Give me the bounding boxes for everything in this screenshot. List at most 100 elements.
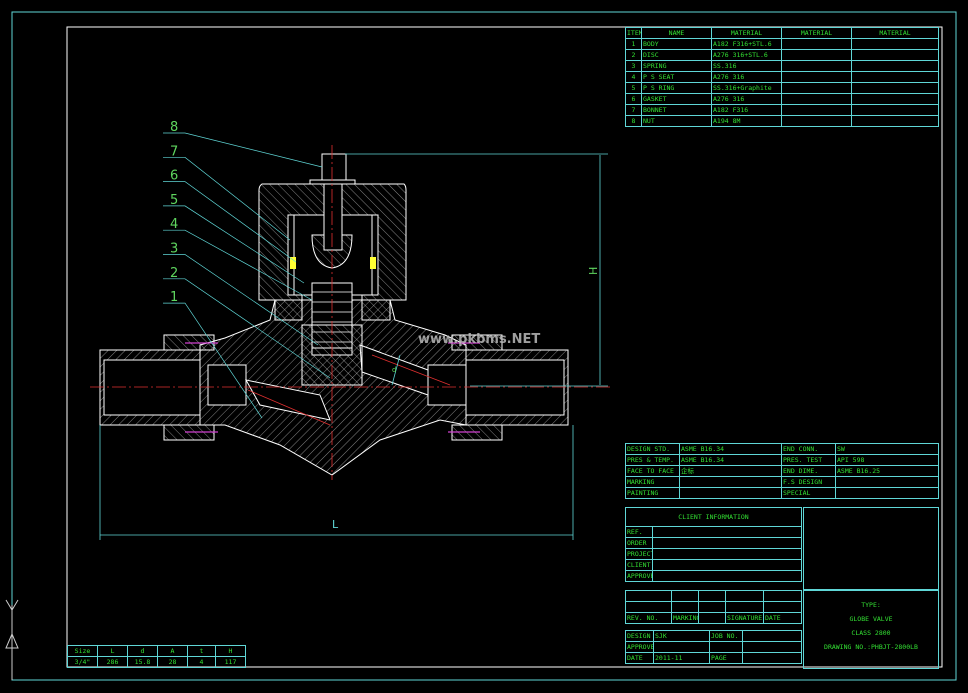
parts-cell: SS.316: [711, 60, 782, 72]
parts-cell: [781, 104, 852, 116]
parts-cell: 4: [625, 71, 642, 83]
revision-cell: [698, 612, 726, 624]
parts-row: 7 BONNET A182 F316: [625, 104, 939, 116]
parts-cell: GASKET: [641, 93, 712, 105]
stud: [323, 183, 343, 251]
parts-row: 3 SPRING SS.316: [625, 60, 939, 72]
client-cell: [651, 537, 803, 549]
parts-cell: [851, 38, 939, 50]
callout-leader: [163, 132, 323, 168]
design-cell: DESIGN: [625, 630, 654, 642]
parts-cell: [851, 71, 939, 83]
revision-cell: [625, 601, 672, 613]
parts-cell: [781, 82, 852, 94]
callout-label-8: 8: [170, 120, 178, 135]
client-row: ORDER: [625, 537, 803, 549]
size-header-cell: t: [187, 645, 216, 657]
parts-cell: 8: [625, 115, 642, 127]
parts-cell: [781, 60, 852, 72]
client-cell: ORDER: [625, 537, 653, 549]
parts-header-cell: MATERIAL: [851, 27, 939, 39]
design-cell: [742, 652, 802, 664]
spec-row: DESIGN STD. ASME B16.34 END CONN. SW: [625, 443, 939, 455]
parts-cell: [781, 115, 852, 127]
size-table: Size Ld At H 3/4" 286 15.8 28 4 117: [67, 645, 246, 668]
callout-label-2: 2: [170, 266, 178, 281]
title-name: GLOBE VALVE: [849, 615, 893, 623]
revision-cell: DATE: [763, 612, 802, 624]
parts-cell: [781, 93, 852, 105]
design-row: DESIGN SJK JOB NO.: [625, 630, 802, 642]
design-cell: DATE: [625, 652, 654, 664]
parts-cell: 6: [625, 93, 642, 105]
client-cell: REF.: [625, 526, 653, 538]
spec-cell: END CONN.: [781, 443, 836, 455]
revision-cell: [625, 590, 672, 602]
parts-cell: A182 F316: [711, 104, 782, 116]
parts-cell: A276 316: [711, 71, 782, 83]
parts-cell: [851, 60, 939, 72]
title-drawing-no: DRAWING NO.:PHBJT-2800LB: [824, 643, 918, 651]
revision-cell: [698, 601, 726, 613]
size-header-cell: H: [215, 645, 246, 657]
callout-label-4: 4: [170, 217, 178, 232]
parts-cell: [781, 38, 852, 50]
design-cell: JOB NO.: [709, 630, 743, 642]
dimension-l-label: L: [332, 518, 339, 531]
parts-cell: [851, 93, 939, 105]
client-cell: APPROVE: [625, 570, 653, 582]
parts-table: ITEM NAME MATERIAL MATERIAL MATERIAL 1 BODY A18…: [625, 27, 939, 127]
size-cell: 286: [97, 656, 128, 668]
spec-cell: 企标: [679, 465, 782, 477]
title-class: CLASS 2800: [851, 629, 891, 637]
parts-cell: [851, 82, 939, 94]
revision-cell: [725, 601, 764, 613]
callout-label-5: 5: [170, 193, 178, 208]
design-cell: [709, 641, 743, 653]
client-info-title: CLIENT INFORMATION: [624, 507, 803, 527]
empty-box: [803, 507, 939, 590]
client-info-table: CLIENT INFORMATION REF. ORDER PROJECT CLIENT…: [624, 507, 803, 582]
revision-cell: [671, 590, 699, 602]
parts-cell: SPRING: [641, 60, 712, 72]
revision-cell: [763, 601, 802, 613]
design-cell: SJK: [653, 630, 710, 642]
dimension-h-label: H: [587, 267, 600, 275]
spec-cell: MARKING: [625, 476, 680, 488]
client-cell: CLIENT: [625, 559, 653, 571]
size-cell: 15.8: [127, 656, 158, 668]
parts-row: 8 NUT A194 8M: [625, 115, 939, 127]
parts-cell: BONNET: [641, 104, 712, 116]
size-header-cell: L: [97, 645, 128, 657]
revision-cell: [671, 601, 699, 613]
spec-cell: [679, 476, 782, 488]
parts-cell: [851, 104, 939, 116]
spec-cell: ASME B16.25: [835, 465, 939, 477]
size-header-cell: A: [157, 645, 188, 657]
spec-cell: [679, 487, 782, 499]
parts-cell: P S RING: [641, 82, 712, 94]
parts-cell: 2: [625, 49, 642, 61]
client-cell: [651, 559, 803, 571]
spec-cell: DESIGN STD.: [625, 443, 680, 455]
spec-row: PAINTING SPECIAL: [625, 487, 939, 499]
design-cell: PAGE: [709, 652, 743, 664]
revision-cell: MARKING: [671, 612, 699, 624]
parts-cell: 1: [625, 38, 642, 50]
revision-table: REV. NO. MARKING SIGNATURE DATE: [625, 590, 802, 624]
revision-cell: [698, 590, 726, 602]
spec-row: PRES & TEMP. ASME B16.34 PRES. TEST API 598: [625, 454, 939, 466]
callout-label-7: 7: [170, 144, 178, 159]
parts-cell: A182 F316+STL.6: [711, 38, 782, 50]
design-cell: [742, 630, 802, 642]
spec-cell: PAINTING: [625, 487, 680, 499]
spec-cell: FACE TO FACE: [625, 465, 680, 477]
spec-table: DESIGN STD. ASME B16.34 END CONN. SW PRES & …: [625, 443, 939, 499]
client-cell: PROJECT: [625, 548, 653, 560]
parts-header-cell: MATERIAL: [711, 27, 782, 39]
parts-cell: [781, 49, 852, 61]
parts-cell: A194 8M: [711, 115, 782, 127]
design-cell: [653, 641, 710, 653]
callout-label-6: 6: [170, 169, 178, 184]
size-cell: 28: [157, 656, 188, 668]
